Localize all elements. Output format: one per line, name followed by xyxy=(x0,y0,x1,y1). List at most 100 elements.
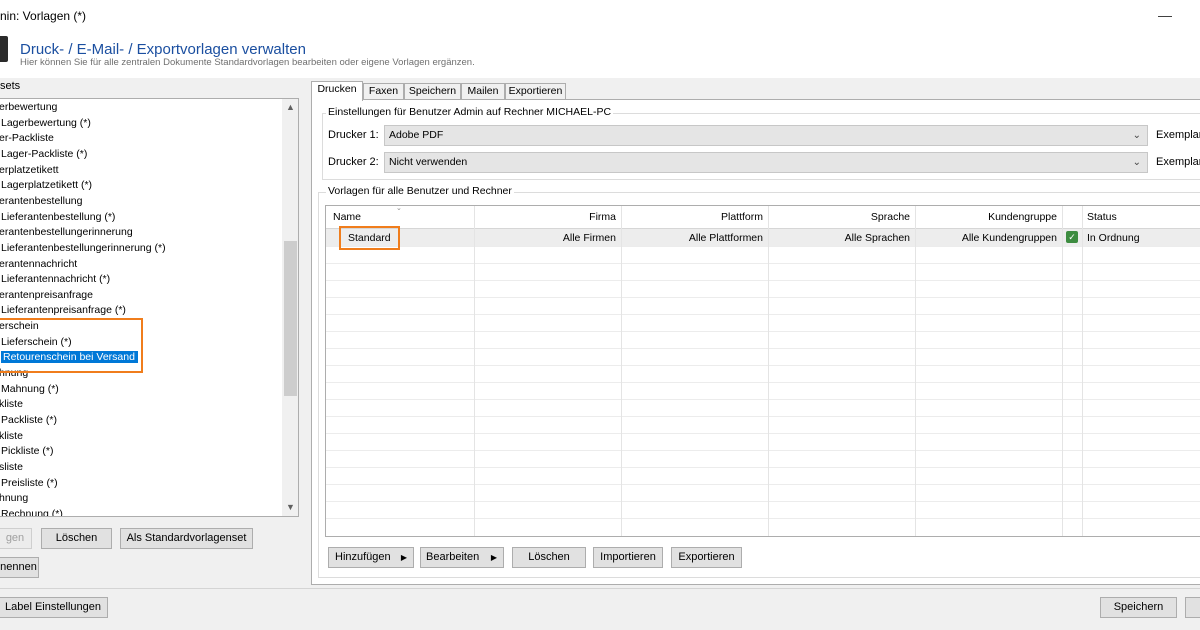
tab-speichern[interactable]: Speichern xyxy=(404,83,461,100)
tree-item-label: erplatzetikett xyxy=(0,163,59,176)
tree-item-label: Lieferantenbestellung (*) xyxy=(1,210,116,223)
printer1-select[interactable]: Adobe PDF ⌄ xyxy=(384,125,1148,146)
tree-item-label: Lagerplatzetikett (*) xyxy=(1,179,93,192)
tree-item-label: er-Packliste xyxy=(0,132,54,145)
arrow-right-icon: ▶ xyxy=(490,553,497,562)
tree-item-label: Lager-Packliste (*) xyxy=(1,147,88,160)
scroll-up-icon[interactable]: ▲ xyxy=(282,99,298,116)
tab-drucken[interactable]: Drucken xyxy=(311,81,363,101)
check-icon: ✓ xyxy=(1066,231,1078,243)
add-set-button[interactable]: gen xyxy=(0,528,32,549)
tree-item-label: Lieferantennachricht (*) xyxy=(1,273,111,286)
scroll-down-icon[interactable]: ▼ xyxy=(282,499,298,516)
tree-item-label: kliste xyxy=(0,429,23,442)
add-template-button[interactable]: Hinzufügen ▶ xyxy=(328,547,414,568)
tree-item-label: Rechnung (*) xyxy=(1,507,63,517)
rename-set-button[interactable]: nennen xyxy=(0,557,39,578)
label-settings-button[interactable]: Label Einstellungen xyxy=(0,597,108,618)
tab-mailen[interactable]: Mailen xyxy=(461,83,505,100)
tree-item[interactable]: erantenbestellung xyxy=(0,194,82,210)
tree-item[interactable]: er-Packliste xyxy=(0,131,54,147)
templates-table[interactable]: ⌄ Name Firma Plattform Sprache Kundengru… xyxy=(325,205,1200,537)
printer2-label: Drucker 2: xyxy=(328,156,379,168)
cell-sprache: Alle Sprachen xyxy=(844,232,910,244)
tree-item-label: erantenpreisanfrage xyxy=(0,288,93,301)
tree-item[interactable]: kliste xyxy=(0,429,23,445)
delete-template-button[interactable]: Löschen xyxy=(512,547,586,568)
col-header-kundengruppe[interactable]: Kundengruppe xyxy=(917,211,1057,223)
tree-item-label: erantenbestellung xyxy=(0,194,83,207)
col-header-sprache[interactable]: Sprache xyxy=(770,211,910,223)
col-header-plattform[interactable]: Plattform xyxy=(623,211,763,223)
import-template-button[interactable]: Importieren xyxy=(593,547,663,568)
cell-kundengruppe: Alle Kundengruppen xyxy=(961,232,1057,244)
tree-item-label: Lieferantenpreisanfrage (*) xyxy=(1,304,126,317)
tree-item[interactable]: sliste xyxy=(0,460,23,476)
printer-settings-title: Einstellungen für Benutzer Admin auf Rec… xyxy=(326,106,614,118)
page-header: Druck- / E-Mail- / Exportvorlagen verwal… xyxy=(0,32,1200,78)
tree-item-label: Mahnung (*) xyxy=(1,382,59,395)
tree-item-label: hnung xyxy=(0,492,29,505)
tree-item-label: Pickliste (*) xyxy=(1,445,54,458)
edit-template-label: Bearbeiten xyxy=(426,551,480,563)
edit-template-button[interactable]: Bearbeiten ▶ xyxy=(420,547,504,568)
as-default-set-button[interactable]: Als Standardvorlagenset xyxy=(120,528,253,549)
tree-item[interactable]: Packliste (*) xyxy=(1,413,57,429)
cell-firma: Alle Firmen xyxy=(562,232,616,244)
tab-exportieren[interactable]: Exportieren xyxy=(505,83,566,100)
template-sets-label: sets xyxy=(0,80,21,92)
tree-scrollbar[interactable]: ▲ ▼ xyxy=(282,99,298,516)
add-template-label: Hinzufügen xyxy=(335,551,391,563)
delete-set-button[interactable]: Löschen xyxy=(41,528,112,549)
template-tree[interactable]: ▲ ▼ erbewertung Lagerbewertung (*) er-Pack… xyxy=(0,98,299,517)
col-header-status[interactable]: Status xyxy=(1087,211,1117,223)
standard-highlight-box xyxy=(339,226,400,250)
tree-item-label: erbewertung xyxy=(0,101,58,113)
tree-item[interactable]: Lieferantenbestellungerinnerung (*) xyxy=(1,241,166,257)
tree-item[interactable]: kliste xyxy=(0,397,23,413)
tree-item[interactable]: erantennachricht xyxy=(0,257,77,273)
tree-item[interactable]: erantenpreisanfrage xyxy=(0,288,93,304)
tree-item[interactable]: Lieferantennachricht (*) xyxy=(1,272,110,288)
tree-item[interactable]: Lieferantenpreisanfrage (*) xyxy=(1,303,126,319)
tree-item[interactable]: Mahnung (*) xyxy=(1,382,59,398)
tree-item[interactable]: Lagerbewertung (*) xyxy=(1,116,91,132)
printer-icon xyxy=(0,36,8,62)
minimize-button[interactable]: — xyxy=(1150,2,1180,28)
tree-item[interactable]: Preisliste (*) xyxy=(1,476,58,492)
tree-item-label: Packliste (*) xyxy=(1,414,58,426)
tree-item[interactable]: Lagerplatzetikett (*) xyxy=(1,178,92,194)
tree-item-label: Lagerbewertung (*) xyxy=(1,116,91,129)
tree-item-label: Lieferantenbestellungerinnerung (*) xyxy=(1,241,166,254)
templates-group-title: Vorlagen für alle Benutzer und Rechner xyxy=(326,185,514,197)
chevron-down-icon: ⌄ xyxy=(1132,130,1141,141)
save-button[interactable]: Speichern xyxy=(1100,597,1177,618)
printer2-value: Nicht verwenden xyxy=(389,156,468,168)
tree-item[interactable]: Pickliste (*) xyxy=(1,444,54,460)
printer2-select[interactable]: Nicht verwenden ⌄ xyxy=(384,152,1148,173)
col-header-name[interactable]: Name xyxy=(333,211,361,223)
copies1-label: Exemplar xyxy=(1156,129,1200,141)
window-titlebar: nin: Vorlagen (*) — xyxy=(0,0,1200,32)
cell-plattform: Alle Plattformen xyxy=(688,232,763,244)
tree-item[interactable]: hnung xyxy=(0,491,28,507)
scroll-thumb[interactable] xyxy=(284,241,297,396)
tree-item[interactable]: erbewertung xyxy=(0,100,57,116)
selection-highlight-box xyxy=(0,318,143,373)
tree-item-label: Preisliste (*) xyxy=(1,476,58,489)
tree-item-label: erantenbestellungerinnerung xyxy=(0,226,133,239)
tree-item-label: sliste xyxy=(0,460,23,473)
tree-item[interactable]: erantenbestellungerinnerung xyxy=(0,225,133,241)
export-template-button[interactable]: Exportieren xyxy=(671,547,742,568)
tree-item[interactable]: Lager-Packliste (*) xyxy=(1,147,87,163)
col-header-firma[interactable]: Firma xyxy=(476,211,616,223)
tree-item[interactable]: erplatzetikett xyxy=(0,163,59,179)
page-subtitle: Hier können Sie für alle zentralen Dokum… xyxy=(20,57,475,68)
tree-item-label: kliste xyxy=(0,398,23,411)
next-button[interactable] xyxy=(1185,597,1200,618)
tab-faxen[interactable]: Faxen xyxy=(363,83,404,100)
tree-item[interactable]: Lieferantenbestellung (*) xyxy=(1,210,115,226)
page-title: Druck- / E-Mail- / Exportvorlagen verwal… xyxy=(20,41,306,58)
tree-item[interactable]: Rechnung (*) xyxy=(1,507,63,517)
sort-indicator-icon: ⌄ xyxy=(396,205,402,212)
